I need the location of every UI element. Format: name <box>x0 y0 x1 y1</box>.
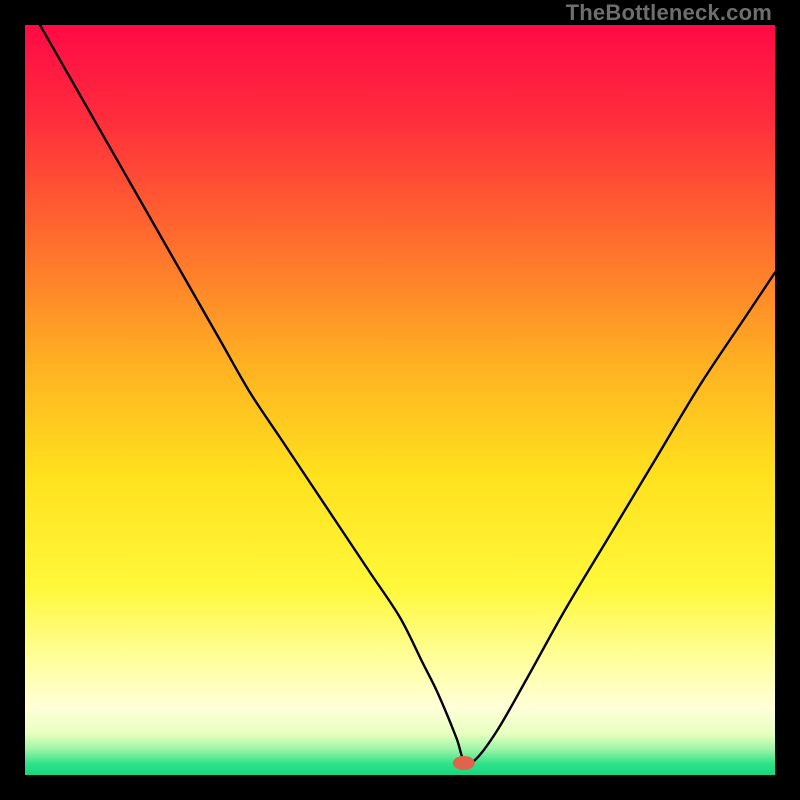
chart-frame <box>20 20 780 780</box>
watermark-text: TheBottleneck.com <box>566 0 772 26</box>
bottleneck-chart <box>25 25 775 775</box>
chart-background <box>25 25 775 775</box>
optimal-point-marker <box>453 756 475 770</box>
